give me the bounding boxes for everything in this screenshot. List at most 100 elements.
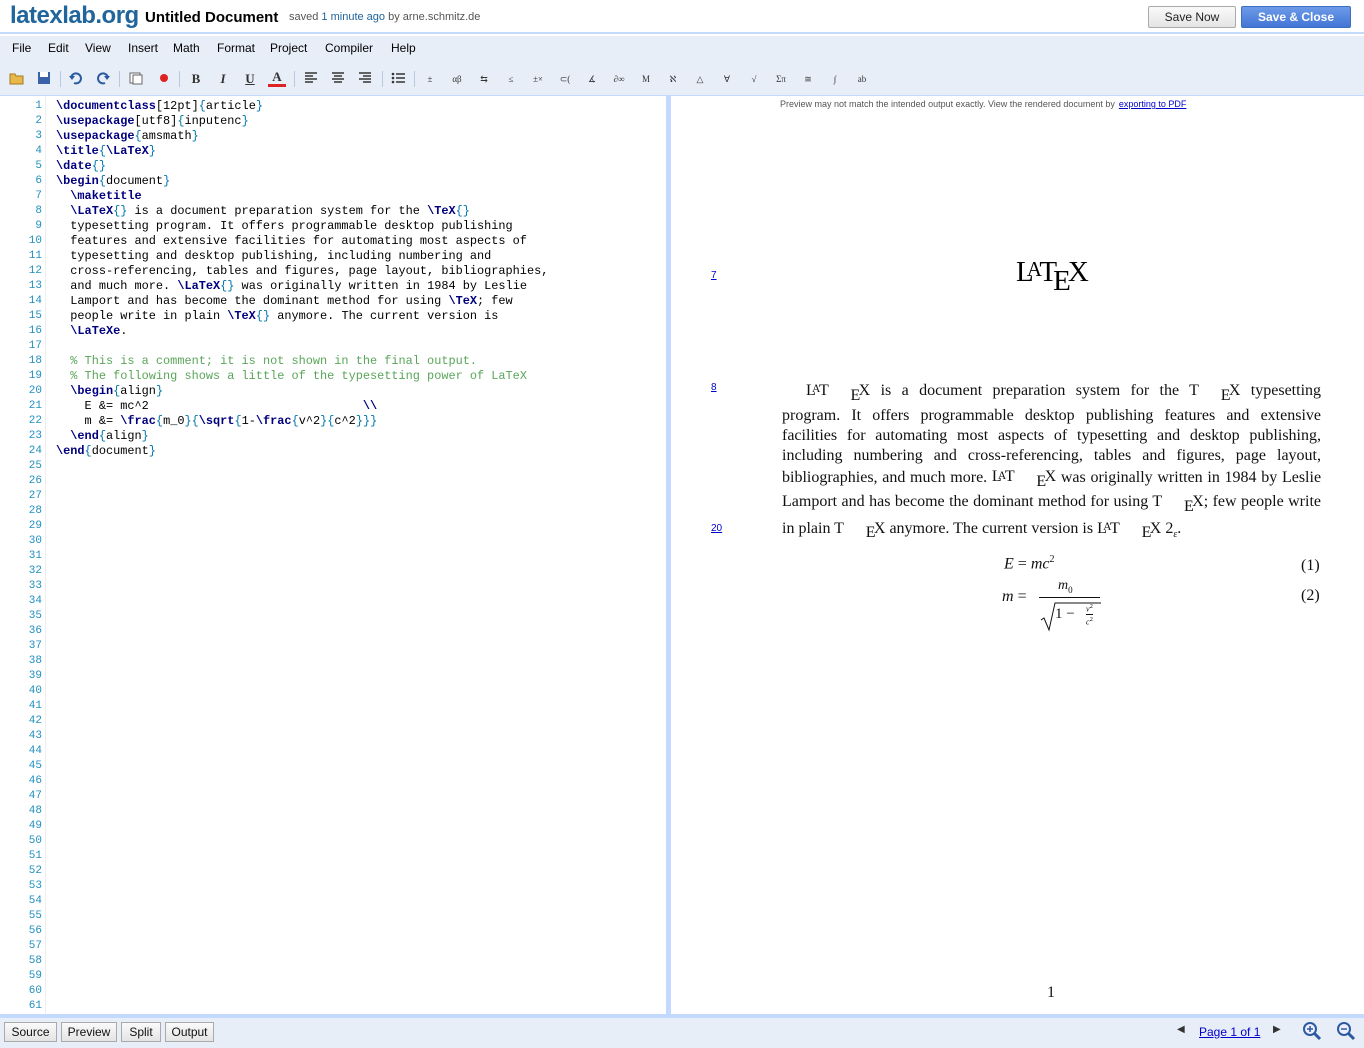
output-view-button[interactable]: Output — [165, 1022, 214, 1042]
line-number: 26 — [28, 475, 42, 487]
source-line-link[interactable]: 20 — [711, 523, 722, 534]
bold-icon[interactable]: B — [187, 70, 205, 88]
open-folder-icon[interactable] — [8, 70, 26, 88]
line-number: 32 — [28, 565, 42, 577]
math-symbol-icon[interactable]: ⊂( — [556, 70, 574, 88]
math-symbol-icon[interactable]: ab — [853, 70, 871, 88]
code-line[interactable]: \maketitle — [56, 189, 548, 204]
zoom-out-icon[interactable] — [1336, 1021, 1356, 1041]
code-line[interactable]: people write in plain \TeX{} anymore. Th… — [56, 309, 548, 324]
code-line[interactable]: \end{align} — [56, 429, 548, 444]
save-now-button[interactable]: Save Now — [1148, 6, 1236, 28]
saved-by: by arne.schmitz.de — [388, 11, 481, 23]
equation-1: E = mc2 — [1004, 554, 1055, 573]
undo-icon[interactable] — [67, 70, 85, 88]
save-disk-icon[interactable] — [35, 70, 53, 88]
bulleted-list-icon[interactable] — [389, 70, 407, 88]
math-symbol-icon[interactable]: ∫ — [826, 70, 844, 88]
paragraph-text: is a document preparation system for the — [880, 381, 1180, 399]
code-line[interactable]: \begin{document} — [56, 174, 548, 189]
menu-compiler[interactable]: Compiler — [325, 41, 373, 55]
code-line[interactable]: \usepackage[utf8]{inputenc} — [56, 114, 548, 129]
saved-prefix: saved — [289, 11, 319, 23]
italic-icon[interactable]: I — [214, 70, 232, 88]
preview-notice-text: Preview may not match the intended outpu… — [780, 99, 1115, 109]
save-close-button[interactable]: Save & Close — [1241, 6, 1351, 28]
line-number: 24 — [28, 445, 42, 457]
code-line[interactable]: % The following shows a little of the ty… — [56, 369, 548, 384]
line-number: 11 — [28, 250, 42, 262]
code-line[interactable]: \title{\LaTeX} — [56, 144, 548, 159]
math-symbol-icon[interactable]: ≅ — [799, 70, 817, 88]
toolbar-separator — [179, 71, 180, 87]
line-number: 57 — [28, 940, 42, 952]
page-setup-icon[interactable] — [127, 70, 145, 88]
prev-page-icon[interactable]: ◀ — [1177, 1024, 1185, 1035]
math-symbol-icon[interactable]: △ — [691, 70, 709, 88]
export-pdf-link[interactable]: exporting to PDF — [1119, 99, 1187, 109]
source-line-link[interactable]: 8 — [711, 382, 717, 393]
zoom-in-icon[interactable] — [1302, 1021, 1322, 1041]
align-left-icon[interactable] — [302, 70, 320, 88]
code-line[interactable] — [56, 339, 548, 354]
menu-project[interactable]: Project — [270, 41, 307, 55]
math-symbol-icon[interactable]: ± — [421, 70, 439, 88]
align-center-icon[interactable] — [329, 70, 347, 88]
code-line[interactable]: m &= \frac{m_0}{\sqrt{1-\frac{v^2}{c^2}}… — [56, 414, 548, 429]
code-line[interactable]: E &= mc^2 \\ — [56, 399, 548, 414]
math-symbol-icon[interactable]: √ — [745, 70, 763, 88]
math-symbol-icon[interactable]: ≤ — [502, 70, 520, 88]
code-line[interactable]: typesetting and desktop publishing, incl… — [56, 249, 548, 264]
toolbar-separator — [60, 71, 61, 87]
equation-number: (2) — [1301, 587, 1320, 604]
code-line[interactable]: and much more. \LaTeX{} was originally w… — [56, 279, 548, 294]
menu-file[interactable]: File — [12, 41, 31, 55]
preview-view-button[interactable]: Preview — [61, 1022, 117, 1042]
line-number: 37 — [28, 640, 42, 652]
code-line[interactable]: \LaTeX{} is a document preparation syste… — [56, 204, 548, 219]
source-view-button[interactable]: Source — [4, 1022, 57, 1042]
code-line[interactable]: % This is a comment; it is not shown in … — [56, 354, 548, 369]
line-number: 43 — [28, 730, 42, 742]
line-number: 1 — [35, 100, 42, 112]
split-view-button[interactable]: Split — [121, 1022, 161, 1042]
app-logo[interactable]: latexlab.org — [10, 2, 139, 30]
underline-icon[interactable]: U — [241, 70, 259, 88]
menu-format[interactable]: Format — [217, 41, 255, 55]
math-symbol-icon[interactable]: ⇆ — [475, 70, 493, 88]
math-symbol-icon[interactable]: ∀ — [718, 70, 736, 88]
code-line[interactable]: \LaTeXe. — [56, 324, 548, 339]
menu-math[interactable]: Math — [173, 41, 200, 55]
math-symbol-icon[interactable]: αβ — [448, 70, 466, 88]
code-line[interactable]: cross-referencing, tables and figures, p… — [56, 264, 548, 279]
code-line[interactable]: \date{} — [56, 159, 548, 174]
code-line[interactable]: features and extensive facilities for au… — [56, 234, 548, 249]
text-color-icon[interactable]: A — [268, 70, 286, 87]
math-symbol-icon[interactable]: ±× — [529, 70, 547, 88]
code-area[interactable]: \documentclass[12pt]{article} \usepackage… — [56, 99, 548, 459]
menu-edit[interactable]: Edit — [48, 41, 69, 55]
align-right-icon[interactable] — [356, 70, 374, 88]
code-line[interactable]: typesetting program. It offers programma… — [56, 219, 548, 234]
menu-help[interactable]: Help — [391, 41, 416, 55]
math-symbol-icon[interactable]: ∂∞ — [610, 70, 628, 88]
source-editor[interactable]: 1 2 3 4 5 6 7 8 9 10 11 12 13 14 15 16 17 18 19 20 21 22 23 24 2… — [0, 96, 666, 1014]
code-line[interactable]: \documentclass[12pt]{article} — [56, 99, 548, 114]
code-line[interactable]: \end{document} — [56, 444, 548, 459]
math-symbol-icon[interactable]: ℵ — [664, 70, 682, 88]
redo-icon[interactable] — [94, 70, 112, 88]
latex-logo: LAT EX — [806, 381, 871, 404]
source-line-link[interactable]: 7 — [711, 270, 717, 281]
menu-insert[interactable]: Insert — [128, 41, 158, 55]
math-symbol-icon[interactable]: Σπ — [772, 70, 790, 88]
menu-view[interactable]: View — [85, 41, 111, 55]
record-icon[interactable] — [155, 70, 173, 88]
code-line[interactable]: Lamport and has become the dominant meth… — [56, 294, 548, 309]
math-symbol-icon[interactable]: M — [637, 70, 655, 88]
math-symbol-icon[interactable]: ∡ — [583, 70, 601, 88]
next-page-icon[interactable]: ▶ — [1273, 1024, 1281, 1035]
code-line[interactable]: \begin{align} — [56, 384, 548, 399]
code-line[interactable]: \usepackage{amsmath} — [56, 129, 548, 144]
document-title[interactable]: Untitled Document — [145, 9, 278, 26]
page-indicator-link[interactable]: Page 1 of 1 — [1199, 1025, 1260, 1039]
